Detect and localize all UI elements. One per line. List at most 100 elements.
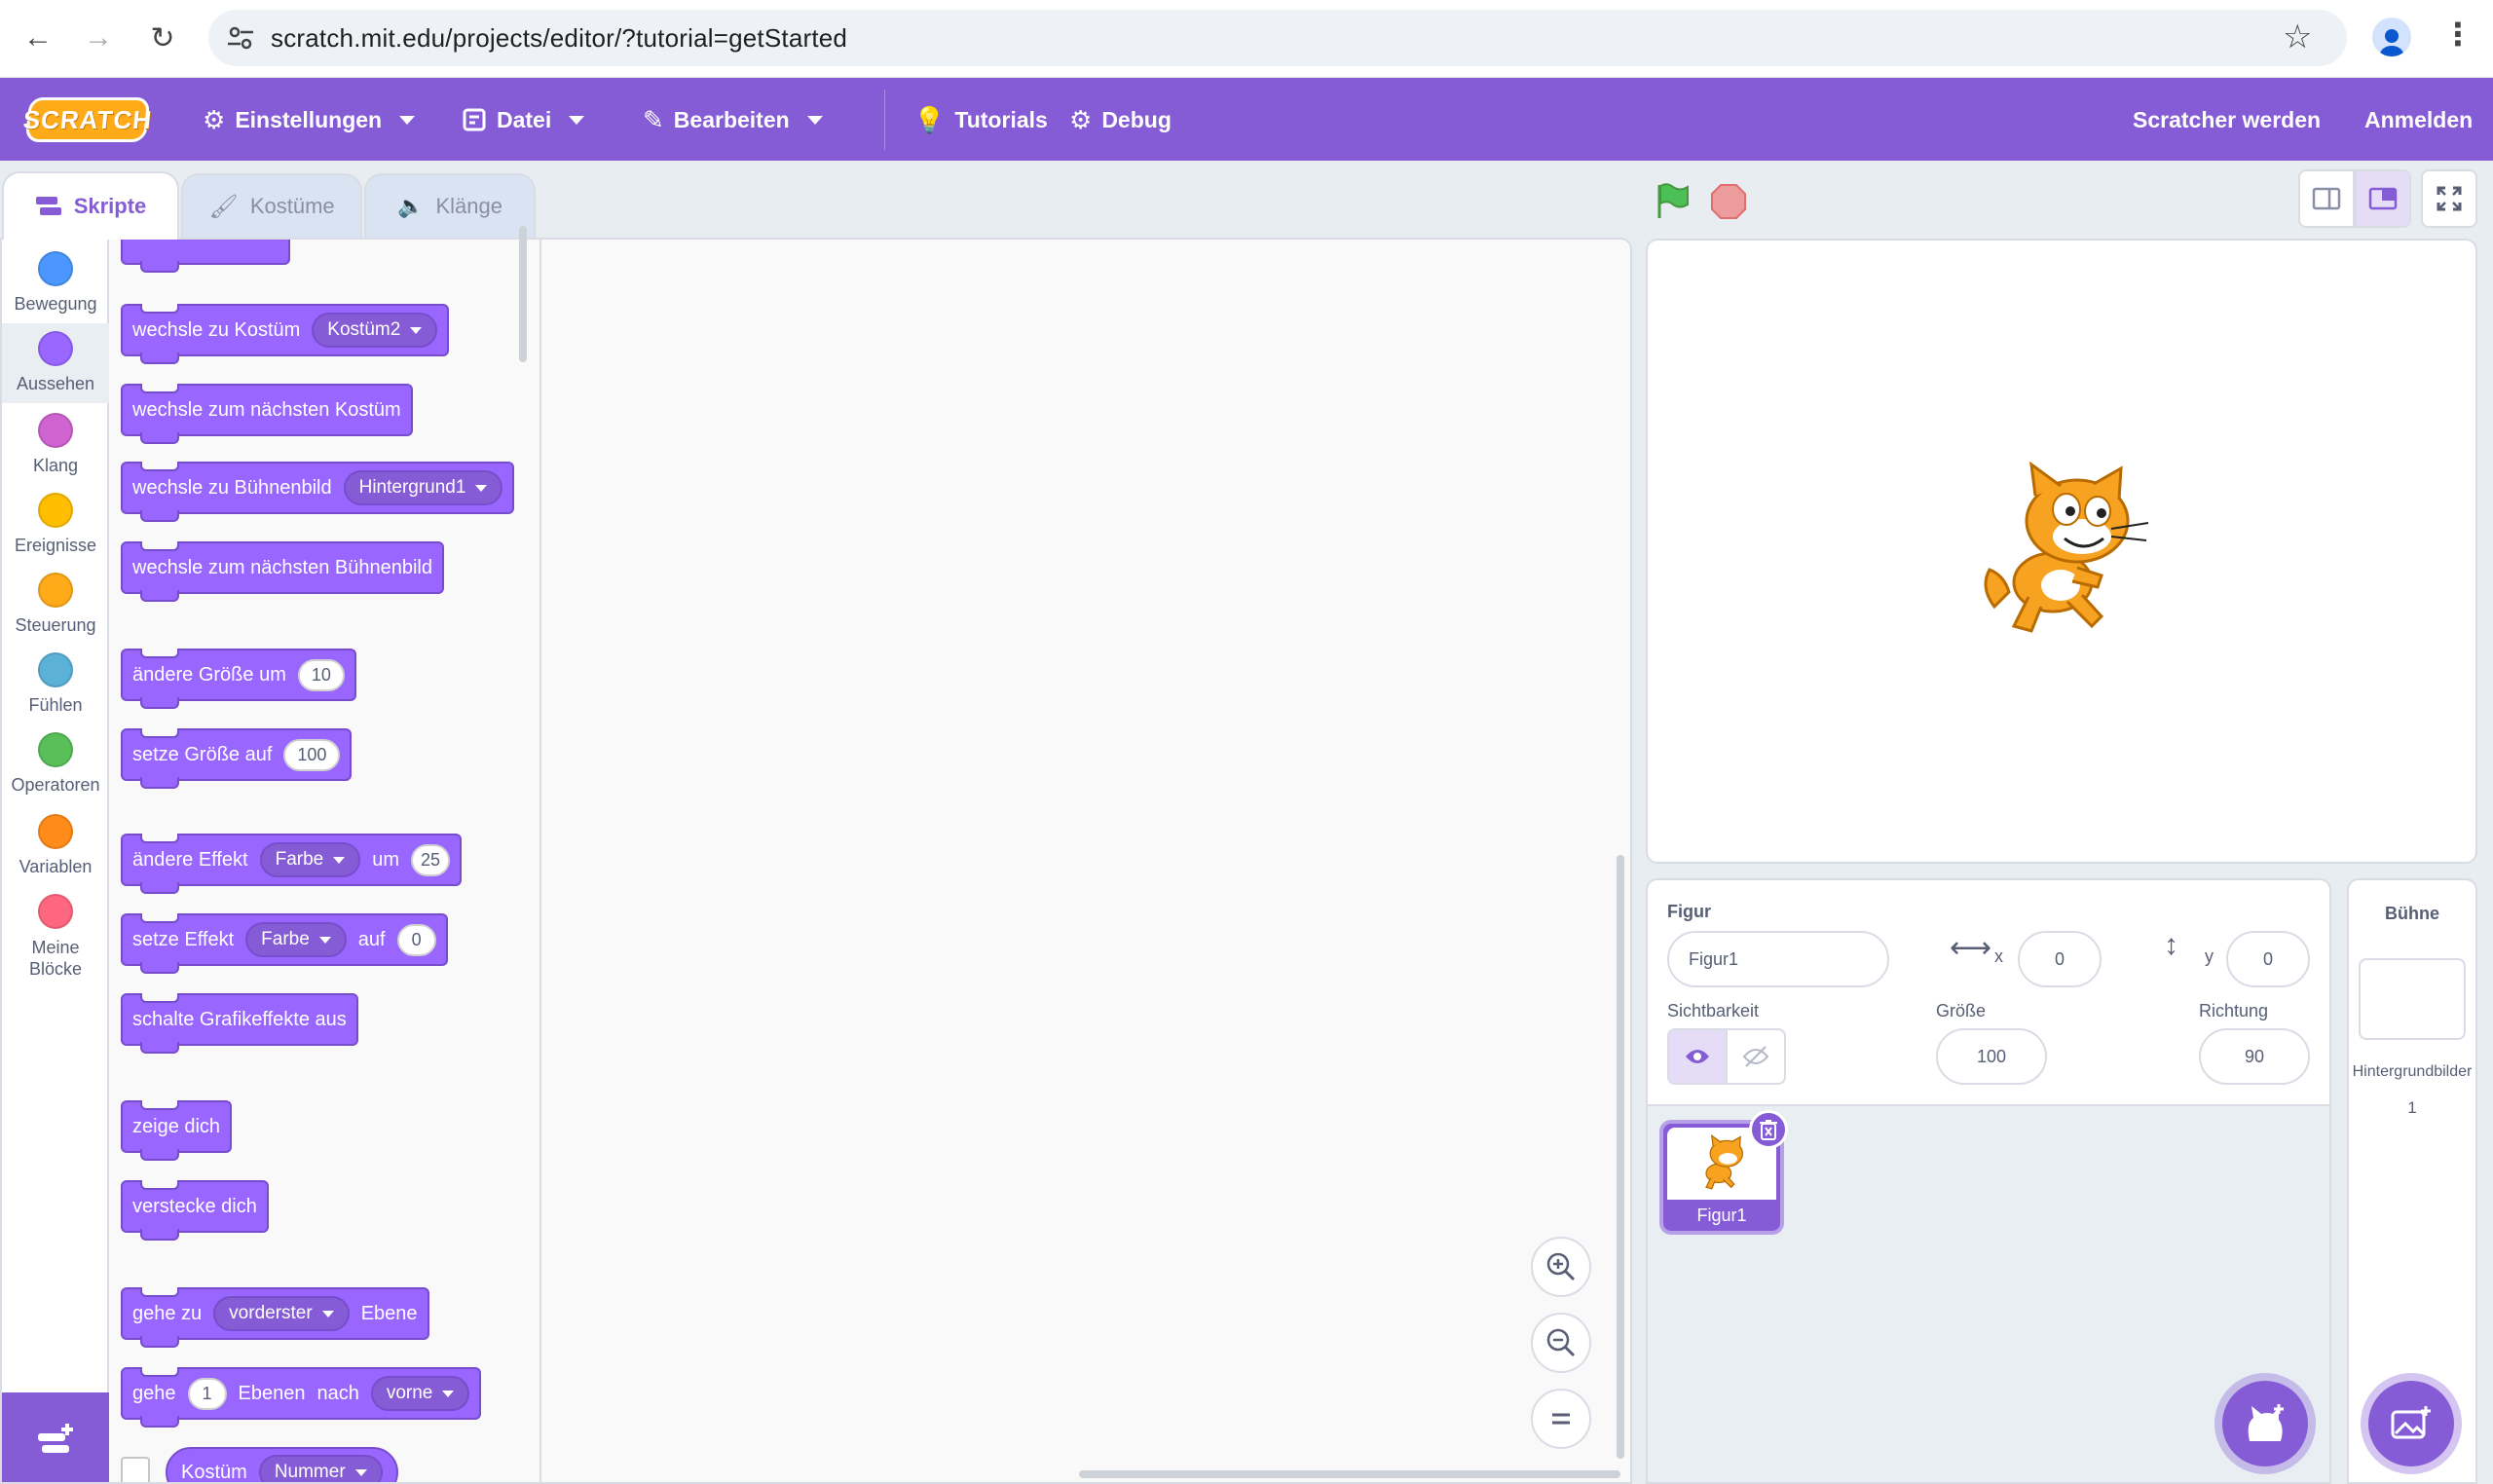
eye-crossed-icon — [1742, 1046, 1769, 1067]
sprite-label: Figur — [1667, 902, 1711, 921]
stage-canvas[interactable] — [1646, 239, 2477, 864]
category-dot — [38, 814, 73, 849]
chevron-down-icon — [806, 115, 823, 125]
block-show[interactable]: zeige dich — [121, 1100, 233, 1161]
stop-icon[interactable] — [1710, 183, 1747, 220]
delete-sprite-button[interactable] — [1749, 1110, 1788, 1149]
block-costume-reporter[interactable]: Kostüm Nummer — [166, 1447, 398, 1482]
backdrop-dropdown[interactable]: Hintergrund1 — [343, 470, 503, 505]
block-label: wechsle zu Bühnenbild — [132, 476, 332, 499]
direction-dropdown[interactable]: vorne — [370, 1376, 470, 1411]
normal-stage-button[interactable] — [2355, 169, 2411, 228]
horizontal-arrows-icon: ⟷ — [1950, 932, 1992, 964]
block-set-effect[interactable]: setze Effekt Farbe auf 0 — [121, 913, 448, 974]
sign-in-link[interactable]: Anmelden — [2364, 107, 2473, 133]
category-dot — [38, 652, 73, 687]
category-variables[interactable]: Variablen — [2, 814, 109, 886]
effect-change-input[interactable]: 25 — [411, 843, 451, 876]
tab-code[interactable]: Skripte — [2, 171, 179, 240]
block-goto-layer[interactable]: gehe zu vorderster Ebene — [121, 1287, 429, 1348]
block-switch-backdrop[interactable]: wechsle zu Bühnenbild Hintergrund1 — [121, 462, 515, 522]
show-sprite-button[interactable] — [1667, 1028, 1728, 1085]
x-position-input[interactable]: 0 — [2018, 931, 2102, 987]
layer-dropdown[interactable]: vorderster — [213, 1296, 350, 1331]
site-settings-icon[interactable] — [226, 23, 255, 53]
chevron-down-icon — [475, 484, 488, 492]
horizontal-scrollbar[interactable] — [1079, 1470, 1620, 1478]
forward-arrow-icon[interactable]: → — [78, 18, 119, 58]
block-switch-costume[interactable]: wechsle zu Kostüm Kostüm2 — [121, 304, 450, 364]
add-backdrop-button[interactable] — [2368, 1381, 2454, 1466]
chevron-down-icon — [318, 936, 331, 944]
reload-icon[interactable]: ↻ — [142, 18, 183, 58]
category-sensing[interactable]: Fühlen — [2, 652, 109, 724]
block-next-backdrop[interactable]: wechsle zum nächsten Bühnenbild — [121, 541, 444, 602]
effect-dropdown[interactable]: Farbe — [245, 922, 347, 957]
block-label: um — [372, 848, 400, 871]
file-menu[interactable]: Datei — [462, 99, 585, 140]
size-label: Größe — [1936, 1001, 1987, 1020]
profile-avatar-icon[interactable] — [2372, 18, 2411, 56]
hide-sprite-button[interactable] — [1726, 1028, 1786, 1085]
browser-menu-icon[interactable]: ⋮ — [2442, 16, 2474, 53]
chevron-down-icon — [321, 1310, 334, 1317]
category-my-blocks[interactable]: Meine Blöcke — [2, 894, 109, 982]
bookmark-star-icon[interactable]: ☆ — [2283, 18, 2312, 56]
join-scratch-link[interactable]: Scratcher werden — [2133, 107, 2321, 133]
tutorials-button[interactable]: 💡 Tutorials — [913, 99, 1048, 140]
script-area[interactable] — [543, 240, 1630, 1482]
block-set-size[interactable]: setze Größe auf 100 — [121, 728, 353, 789]
backdrop-thumbnail[interactable] — [2359, 958, 2466, 1040]
tab-code-label: Skripte — [73, 194, 147, 218]
block-clear-effects[interactable]: schalte Grafikeffekte aus — [121, 993, 358, 1054]
costume-number-dropdown[interactable]: Nummer — [258, 1455, 383, 1482]
edit-menu[interactable]: ✎ Bearbeiten — [643, 99, 823, 140]
category-looks[interactable]: Aussehen — [2, 323, 109, 403]
fullscreen-button[interactable] — [2421, 169, 2477, 228]
address-bar[interactable]: scratch.mit.edu/projects/editor/?tutoria… — [208, 10, 2347, 66]
block-change-effect[interactable]: ändere Effekt Farbe um 25 — [121, 834, 463, 894]
block-next-costume[interactable]: wechsle zum nächsten Kostüm — [121, 384, 413, 444]
settings-menu[interactable]: ⚙ Einstellungen — [203, 99, 416, 140]
dropdown-value: Farbe — [261, 929, 310, 949]
block-partial[interactable] — [121, 240, 290, 273]
size-set-input[interactable]: 100 — [283, 738, 341, 771]
tab-costumes[interactable]: 🖌 Kostüme — [181, 173, 362, 238]
category-events[interactable]: Ereignisse — [2, 493, 109, 565]
block-hide[interactable]: verstecke dich — [121, 1180, 269, 1241]
block-change-size[interactable]: ändere Größe um 10 — [121, 649, 356, 709]
logo-text: SCRATCH — [21, 104, 154, 134]
reporter-checkbox[interactable] — [121, 1457, 150, 1482]
costume-dropdown[interactable]: Kostüm2 — [312, 313, 438, 348]
effect-set-input[interactable]: 0 — [396, 923, 436, 956]
zoom-out-button[interactable] — [1531, 1313, 1591, 1373]
category-sound[interactable]: Klang — [2, 413, 109, 485]
size-input[interactable]: 100 — [1936, 1028, 2047, 1085]
size-change-input[interactable]: 10 — [297, 658, 345, 691]
category-motion[interactable]: Bewegung — [2, 251, 109, 323]
zoom-out-icon — [1546, 1328, 1576, 1357]
block-label: wechsle zu Kostüm — [132, 318, 301, 341]
block-go-layers[interactable]: gehe 1 Ebenen nach vorne — [121, 1367, 482, 1428]
layers-input[interactable]: 1 — [187, 1377, 227, 1410]
green-flag-icon[interactable] — [1654, 181, 1693, 220]
debug-button[interactable]: ⚙ Debug — [1069, 99, 1172, 140]
effect-dropdown[interactable]: Farbe — [259, 842, 361, 877]
small-stage-button[interactable] — [2298, 169, 2355, 228]
category-operators[interactable]: Operatoren — [2, 732, 109, 804]
tab-sounds[interactable]: 🔈 Klänge — [364, 173, 536, 238]
sprite-name-input[interactable]: Figur1 — [1667, 931, 1889, 987]
add-sprite-button[interactable] — [2222, 1381, 2308, 1466]
palette-scrollbar[interactable] — [519, 226, 527, 362]
category-control[interactable]: Steuerung — [2, 573, 109, 645]
add-extension-button[interactable] — [2, 1392, 109, 1482]
vertical-scrollbar[interactable] — [1617, 855, 1624, 1459]
y-position-input[interactable]: 0 — [2226, 931, 2310, 987]
back-arrow-icon[interactable]: ← — [18, 18, 58, 58]
direction-input[interactable]: 90 — [2199, 1028, 2310, 1085]
x-label: x — [1994, 946, 2003, 966]
zoom-in-button[interactable] — [1531, 1237, 1591, 1297]
zoom-reset-button[interactable] — [1531, 1389, 1591, 1449]
scratch-logo[interactable]: SCRATCH — [21, 97, 154, 142]
cat-sprite-image[interactable] — [1975, 461, 2150, 644]
